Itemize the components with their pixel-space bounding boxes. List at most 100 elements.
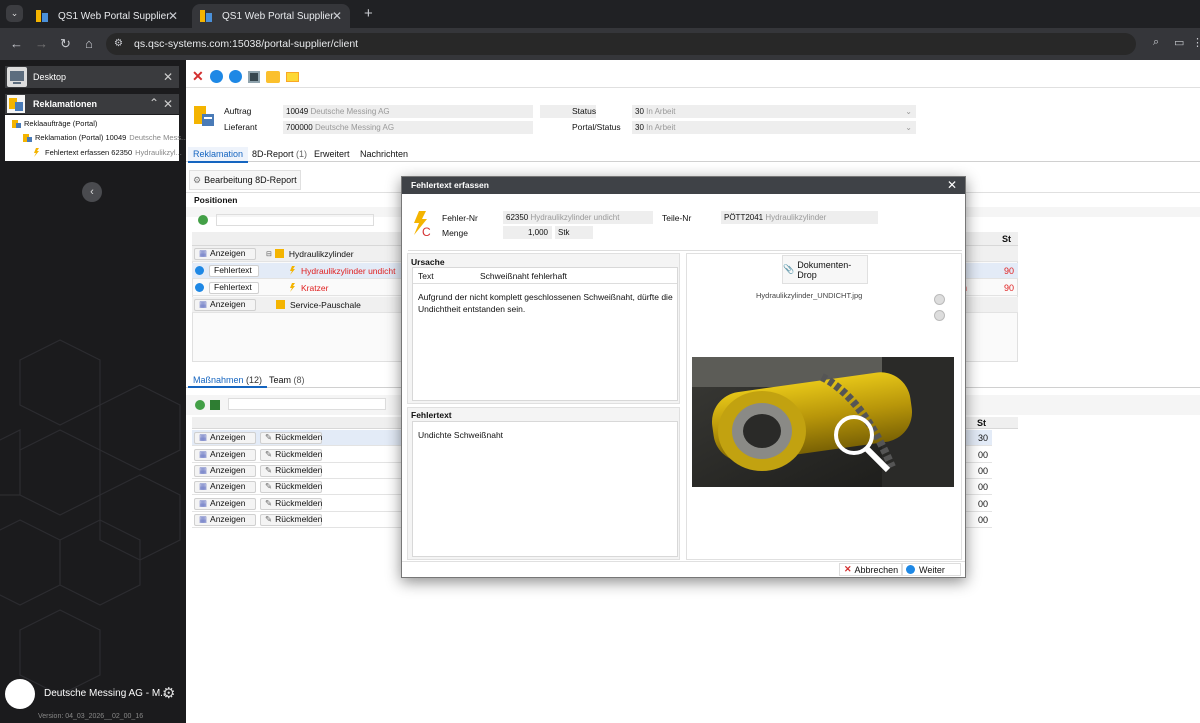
anzeigen-button[interactable]: ▦ Anzeigen [194, 497, 256, 510]
zoom-icon[interactable]: ⌕ [1153, 36, 1159, 49]
anzeigen-button[interactable]: ▦ Anzeigen [194, 431, 256, 444]
anzeigen-button[interactable]: ▦ Anzeigen [194, 464, 256, 477]
rueckmelden-button[interactable]: ✎ Rückmelden [260, 497, 322, 510]
weiter-button[interactable]: Weiter [901, 563, 961, 576]
tab-8d-report[interactable]: 8D-Report (1) [251, 147, 308, 161]
avatar[interactable] [5, 679, 35, 709]
address-bar[interactable]: ⚙ qs.qsc-systems.com:15038/portal-suppli… [106, 33, 1136, 55]
fehlertext-section: Fehlertext Undichte Schweißnaht [407, 407, 680, 560]
fehler-icon [289, 266, 298, 275]
site-info-icon[interactable]: ⚙ [114, 38, 123, 49]
tree-item-fehlertext[interactable]: Fehlertext erfassen 62350 Hydraulikzyl..… [33, 148, 182, 157]
folder-icon[interactable] [285, 71, 299, 82]
close-x-icon[interactable]: ✕ [192, 68, 204, 85]
massnahmen-search-input[interactable] [228, 398, 386, 410]
add-icon[interactable] [195, 400, 205, 410]
export-icon[interactable] [210, 400, 220, 410]
rueckmelden-button[interactable]: ✎ Rückmelden [260, 513, 322, 526]
fehlertext-button[interactable]: Fehlertext [209, 264, 259, 277]
anzeigen-button[interactable]: ▦ Anzeigen [194, 513, 256, 526]
user-label[interactable]: Deutsche Messing AG - M... [44, 688, 169, 699]
save-icon[interactable] [247, 70, 260, 83]
close-tab-icon[interactable]: ✕ [332, 9, 342, 23]
row-status: 00 [978, 449, 989, 460]
menge-label: Menge [442, 228, 468, 238]
dokumenten-drop-button[interactable]: 📎 Dokumenten-Drop [782, 255, 868, 284]
fehlertext-button[interactable]: Fehlertext [209, 281, 259, 294]
tab-erweitert[interactable]: Erweitert [313, 147, 351, 161]
teile-nr-field[interactable]: PÖTT2041 Hydraulikzylinder [721, 211, 878, 224]
tab-team[interactable]: Team (8) [268, 374, 306, 386]
rueckmelden-button[interactable]: ✎ Rückmelden [260, 464, 322, 477]
rueckmelden-button[interactable]: ✎ Rückmelden [260, 480, 322, 493]
forward-circle-icon [906, 565, 915, 574]
delete-icon[interactable] [934, 310, 945, 321]
grid-icon: ▦ [199, 248, 208, 258]
reklamationen-card-header[interactable]: Reklamationen ⌃ ✕ [5, 94, 179, 114]
lieferant-field[interactable]: 700000 Deutsche Messing AG [283, 121, 533, 134]
collapse-icon[interactable]: ⊟ [266, 250, 272, 258]
bearbeitung-8d-report-button[interactable]: ⚙ Bearbeitung 8D-Report [189, 170, 301, 190]
close-icon[interactable]: ✕ [163, 70, 173, 84]
collapse-sidebar-button[interactable]: ‹ [82, 182, 102, 202]
row-status: 00 [978, 498, 989, 509]
text-label: Text [418, 271, 434, 281]
attachment-filename[interactable]: Hydraulikzylinder_UNDICHT.jpg [756, 291, 862, 300]
menge-unit-field: Stk [555, 226, 593, 239]
tree-label: Reklaaufträge (Portal) [24, 119, 98, 128]
url-text[interactable]: qs.qsc-systems.com:15038/portal-supplier… [134, 38, 358, 50]
status-field[interactable]: 30 In Arbeit ⌄ [632, 105, 916, 118]
reload-icon[interactable]: ↻ [60, 36, 71, 52]
anzeigen-button[interactable]: ▦ Anzeigen [194, 448, 256, 461]
note-icon[interactable] [265, 70, 280, 83]
folder-icon [12, 120, 21, 128]
view-icon[interactable] [934, 294, 945, 305]
add-icon[interactable] [198, 215, 208, 225]
tab-nachrichten[interactable]: Nachrichten [359, 147, 409, 161]
close-icon[interactable]: ✕ [163, 97, 173, 111]
anzeigen-button[interactable]: ▦ Anzeigen [194, 298, 256, 311]
forward-icon[interactable]: → [35, 36, 48, 51]
dokumente-section: 📎 Dokumenten-Drop Hydraulikzylinder_UNDI… [686, 253, 962, 560]
fehler-large-icon: C [411, 211, 433, 239]
anzeigen-button[interactable]: ▦ Anzeigen [194, 480, 256, 493]
tree-item-reklaauftraege[interactable]: Reklaaufträge (Portal) [12, 119, 97, 128]
menu-icon[interactable]: ⋮ [1192, 36, 1200, 49]
abbrechen-button[interactable]: ✕ Abbrechen [839, 563, 904, 576]
tree-item-reklamation[interactable]: Reklamation (Portal) 10049 Deutsche Mess… [23, 133, 186, 142]
browser-tab-2[interactable]: QS1 Web Portal Supplier ✕ [192, 4, 350, 28]
chevron-up-icon[interactable]: ⌃ [149, 96, 159, 110]
forward-circle-icon[interactable] [228, 70, 242, 83]
new-tab-icon[interactable]: + [364, 5, 373, 22]
tab-reklamation[interactable]: Reklamation [188, 147, 249, 163]
tab-massnahmen[interactable]: Maßnahmen (12) [188, 374, 268, 388]
auftrag-field[interactable]: 10049 Deutsche Messing AG [283, 105, 533, 118]
back-circle-icon[interactable] [209, 70, 223, 83]
row-status: 00 [978, 514, 989, 525]
tab-search-button[interactable]: ⌄ [6, 5, 23, 22]
close-icon[interactable]: ✕ [947, 177, 957, 194]
menge-field[interactable]: 1,000 [503, 226, 552, 239]
desktop-card[interactable]: Desktop ✕ [5, 66, 179, 88]
status-label: Status [572, 106, 597, 116]
anzeigen-button[interactable]: ▦ Anzeigen [194, 247, 256, 260]
text-value[interactable]: Schweißnaht fehlerhaft [480, 271, 567, 281]
close-tab-icon[interactable]: ✕ [168, 9, 178, 23]
rueckmelden-button[interactable]: ✎ Rückmelden [260, 448, 322, 461]
teile-nr-label: Teile-Nr [662, 213, 692, 223]
ursache-textarea[interactable]: Aufgrund der nicht komplett geschlossene… [418, 291, 674, 315]
portal-status-field[interactable]: 30 In Arbeit ⌄ [632, 121, 916, 134]
home-icon[interactable]: ⌂ [85, 36, 93, 51]
cast-icon[interactable]: ▭ [1174, 36, 1184, 49]
browser-tab-1[interactable]: QS1 Web Portal Supplier ✕ [28, 4, 186, 28]
document-icon: 📎 [783, 264, 795, 274]
positionen-search-input[interactable] [216, 214, 374, 226]
grid-icon: ▦ [199, 449, 208, 459]
attachment-preview-image[interactable] [692, 357, 954, 487]
back-icon[interactable]: ← [10, 36, 23, 51]
fehler-nr-field[interactable]: 62350 Hydraulikzylinder undicht [503, 211, 653, 224]
rueckmelden-button[interactable]: ✎ Rückmelden [260, 431, 322, 444]
fehlertext-textarea[interactable]: Undichte Schweißnaht [418, 430, 503, 440]
gear-icon[interactable]: ⚙ [162, 684, 175, 702]
pencil-icon: ✎ [265, 514, 273, 524]
